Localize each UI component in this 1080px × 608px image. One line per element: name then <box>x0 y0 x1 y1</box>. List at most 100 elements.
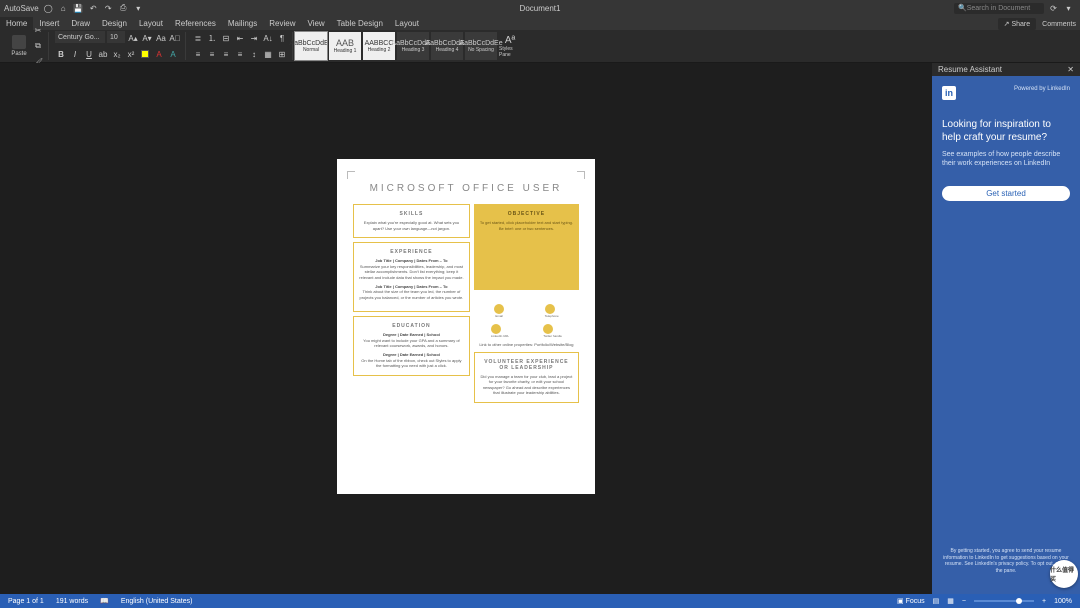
justify-icon[interactable]: ≡ <box>234 47 246 61</box>
grow-font-icon[interactable]: A▴ <box>127 31 139 45</box>
copy-icon[interactable]: ⧉ <box>32 39 44 53</box>
save-icon[interactable]: 💾 <box>73 3 84 14</box>
education-box[interactable]: EDUCATION Degree | Date Earned | School … <box>353 316 470 376</box>
clipboard-icon <box>12 35 26 49</box>
tab-table-design[interactable]: Table Design <box>331 17 389 30</box>
redo-icon[interactable]: ↷ <box>103 3 114 14</box>
align-right-icon[interactable]: ≡ <box>220 47 232 61</box>
indent-icon[interactable]: ⇥ <box>248 31 260 45</box>
style-heading3[interactable]: AaBbCcDdEeHeading 3 <box>397 32 429 60</box>
align-center-icon[interactable]: ≡ <box>206 47 218 61</box>
view-print-icon[interactable]: ▤ <box>933 597 940 605</box>
print-icon[interactable]: ⎙ <box>118 3 129 14</box>
outdent-icon[interactable]: ⇤ <box>234 31 246 45</box>
volunteer-box[interactable]: VOLUNTEER EXPERIENCE OR LEADERSHIP Did y… <box>474 352 579 403</box>
spellcheck-icon[interactable]: 📖 <box>100 597 109 605</box>
change-case-icon[interactable]: Aa <box>155 31 167 45</box>
document-canvas[interactable]: MICROSOFT OFFICE USER SKILLS Explain wha… <box>0 63 932 594</box>
pane-heading: Looking for inspiration to help craft yo… <box>942 118 1070 144</box>
experience-box[interactable]: EXPERIENCE Job Title | Company | Dates F… <box>353 242 470 312</box>
shrink-font-icon[interactable]: A▾ <box>141 31 153 45</box>
phone-icon <box>545 304 555 314</box>
comments-button[interactable]: Comments <box>1042 21 1076 28</box>
styles-gallery: AaBbCcDdEeNormal AABHeading 1 AABBCCHead… <box>295 32 521 60</box>
italic-button[interactable]: I <box>69 47 81 61</box>
tab-design[interactable]: Design <box>96 17 133 30</box>
tab-table-layout[interactable]: Layout <box>389 17 425 30</box>
focus-mode[interactable]: ▣ Focus <box>897 597 925 605</box>
zoom-slider[interactable] <box>974 600 1034 602</box>
document-page[interactable]: MICROSOFT OFFICE USER SKILLS Explain wha… <box>337 159 595 494</box>
get-started-button[interactable]: Get started <box>942 186 1070 201</box>
margin-corner <box>577 171 585 179</box>
resume-assistant-pane: Resume Assistant ✕ in Powered by LinkedI… <box>932 63 1080 594</box>
autosave-label: AutoSave <box>4 4 39 13</box>
ribbon: Paste ✂ ⧉ 🖌 Century Go... 10 A▴ A▾ Aa A⃠… <box>0 30 1080 63</box>
shading-icon[interactable]: ▦ <box>262 47 274 61</box>
superscript-icon[interactable]: x² <box>125 47 137 61</box>
style-heading2[interactable]: AABBCCHeading 2 <box>363 32 395 60</box>
undo-icon[interactable]: ↶ <box>88 3 99 14</box>
page-title[interactable]: MICROSOFT OFFICE USER <box>353 183 579 194</box>
view-web-icon[interactable]: ▦ <box>947 597 954 605</box>
subscript-icon[interactable]: x₂ <box>111 47 123 61</box>
paste-button[interactable]: Paste <box>8 32 30 60</box>
word-count[interactable]: 191 words <box>56 598 88 605</box>
home-icon[interactable]: ⌂ <box>58 3 69 14</box>
zoom-level[interactable]: 100% <box>1054 598 1072 605</box>
tab-references[interactable]: References <box>169 17 222 30</box>
cut-icon[interactable]: ✂ <box>32 23 44 37</box>
margin-corner <box>347 171 355 179</box>
title-bar: AutoSave ◯ ⌂ 💾 ↶ ↷ ⎙ ▾ Document1 🔍 Searc… <box>0 0 1080 16</box>
text-effects-icon[interactable]: A <box>167 47 179 61</box>
autosave-toggle[interactable]: ◯ <box>43 3 54 14</box>
close-icon[interactable]: ✕ <box>1067 65 1074 74</box>
twitter-icon <box>543 324 553 334</box>
highlight-icon[interactable] <box>139 47 151 61</box>
skills-box[interactable]: SKILLS Explain what you're especially go… <box>353 204 470 238</box>
style-normal[interactable]: AaBbCcDdEeNormal <box>295 32 327 60</box>
bullets-icon[interactable]: ≣ <box>192 31 204 45</box>
tab-home[interactable]: Home <box>0 17 33 30</box>
line-spacing-icon[interactable]: ↕ <box>248 47 260 61</box>
underline-button[interactable]: U <box>83 47 95 61</box>
pane-subtext: See examples of how people describe thei… <box>942 150 1070 168</box>
style-heading1[interactable]: AABHeading 1 <box>329 32 361 60</box>
align-left-icon[interactable]: ≡ <box>192 47 204 61</box>
borders-icon[interactable]: ⊞ <box>276 47 288 61</box>
page-indicator[interactable]: Page 1 of 1 <box>8 598 44 605</box>
search-input[interactable]: 🔍 Search in Document <box>954 3 1044 14</box>
font-family-select[interactable]: Century Go... <box>55 31 105 43</box>
bold-button[interactable]: B <box>55 47 67 61</box>
sync-icon[interactable]: ⟳ <box>1048 3 1059 14</box>
multilevel-icon[interactable]: ⊟ <box>220 31 232 45</box>
tab-review[interactable]: Review <box>263 17 301 30</box>
objective-box[interactable]: OBJECTIVE To get started, click placehol… <box>474 204 579 290</box>
document-title: Document1 <box>520 4 561 13</box>
tab-view[interactable]: View <box>301 17 330 30</box>
sort-icon[interactable]: A↓ <box>262 31 274 45</box>
watermark-badge: 什么值得买 <box>1050 560 1078 588</box>
numbering-icon[interactable]: ⒈ <box>206 31 218 45</box>
style-heading4[interactable]: AaBbCcDdEeHeading 4 <box>431 32 463 60</box>
font-size-select[interactable]: 10 <box>107 31 125 43</box>
show-marks-icon[interactable]: ¶ <box>276 31 288 45</box>
tab-mailings[interactable]: Mailings <box>222 17 263 30</box>
qat-dropdown-icon[interactable]: ▾ <box>133 3 144 14</box>
email-icon <box>494 304 504 314</box>
ribbon-tabs: Home Insert Draw Design Layout Reference… <box>0 16 1080 30</box>
zoom-out-icon[interactable]: − <box>962 598 966 605</box>
clear-format-icon[interactable]: A⃠ <box>169 31 181 45</box>
ribbon-toggle-icon[interactable]: ▾ <box>1063 3 1074 14</box>
language-indicator[interactable]: English (United States) <box>121 598 193 605</box>
tab-draw[interactable]: Draw <box>65 17 96 30</box>
tab-layout[interactable]: Layout <box>133 17 169 30</box>
search-icon: 🔍 <box>958 4 967 12</box>
strike-button[interactable]: ab <box>97 47 109 61</box>
share-button[interactable]: ↗ Share <box>998 18 1037 30</box>
style-no-spacing[interactable]: AaBbCcDdEeNo Spacing <box>465 32 497 60</box>
linkedin-logo-icon: in <box>942 86 956 100</box>
font-color-icon[interactable]: A <box>153 47 165 61</box>
linkedin-icon <box>491 324 501 334</box>
zoom-in-icon[interactable]: + <box>1042 598 1046 605</box>
